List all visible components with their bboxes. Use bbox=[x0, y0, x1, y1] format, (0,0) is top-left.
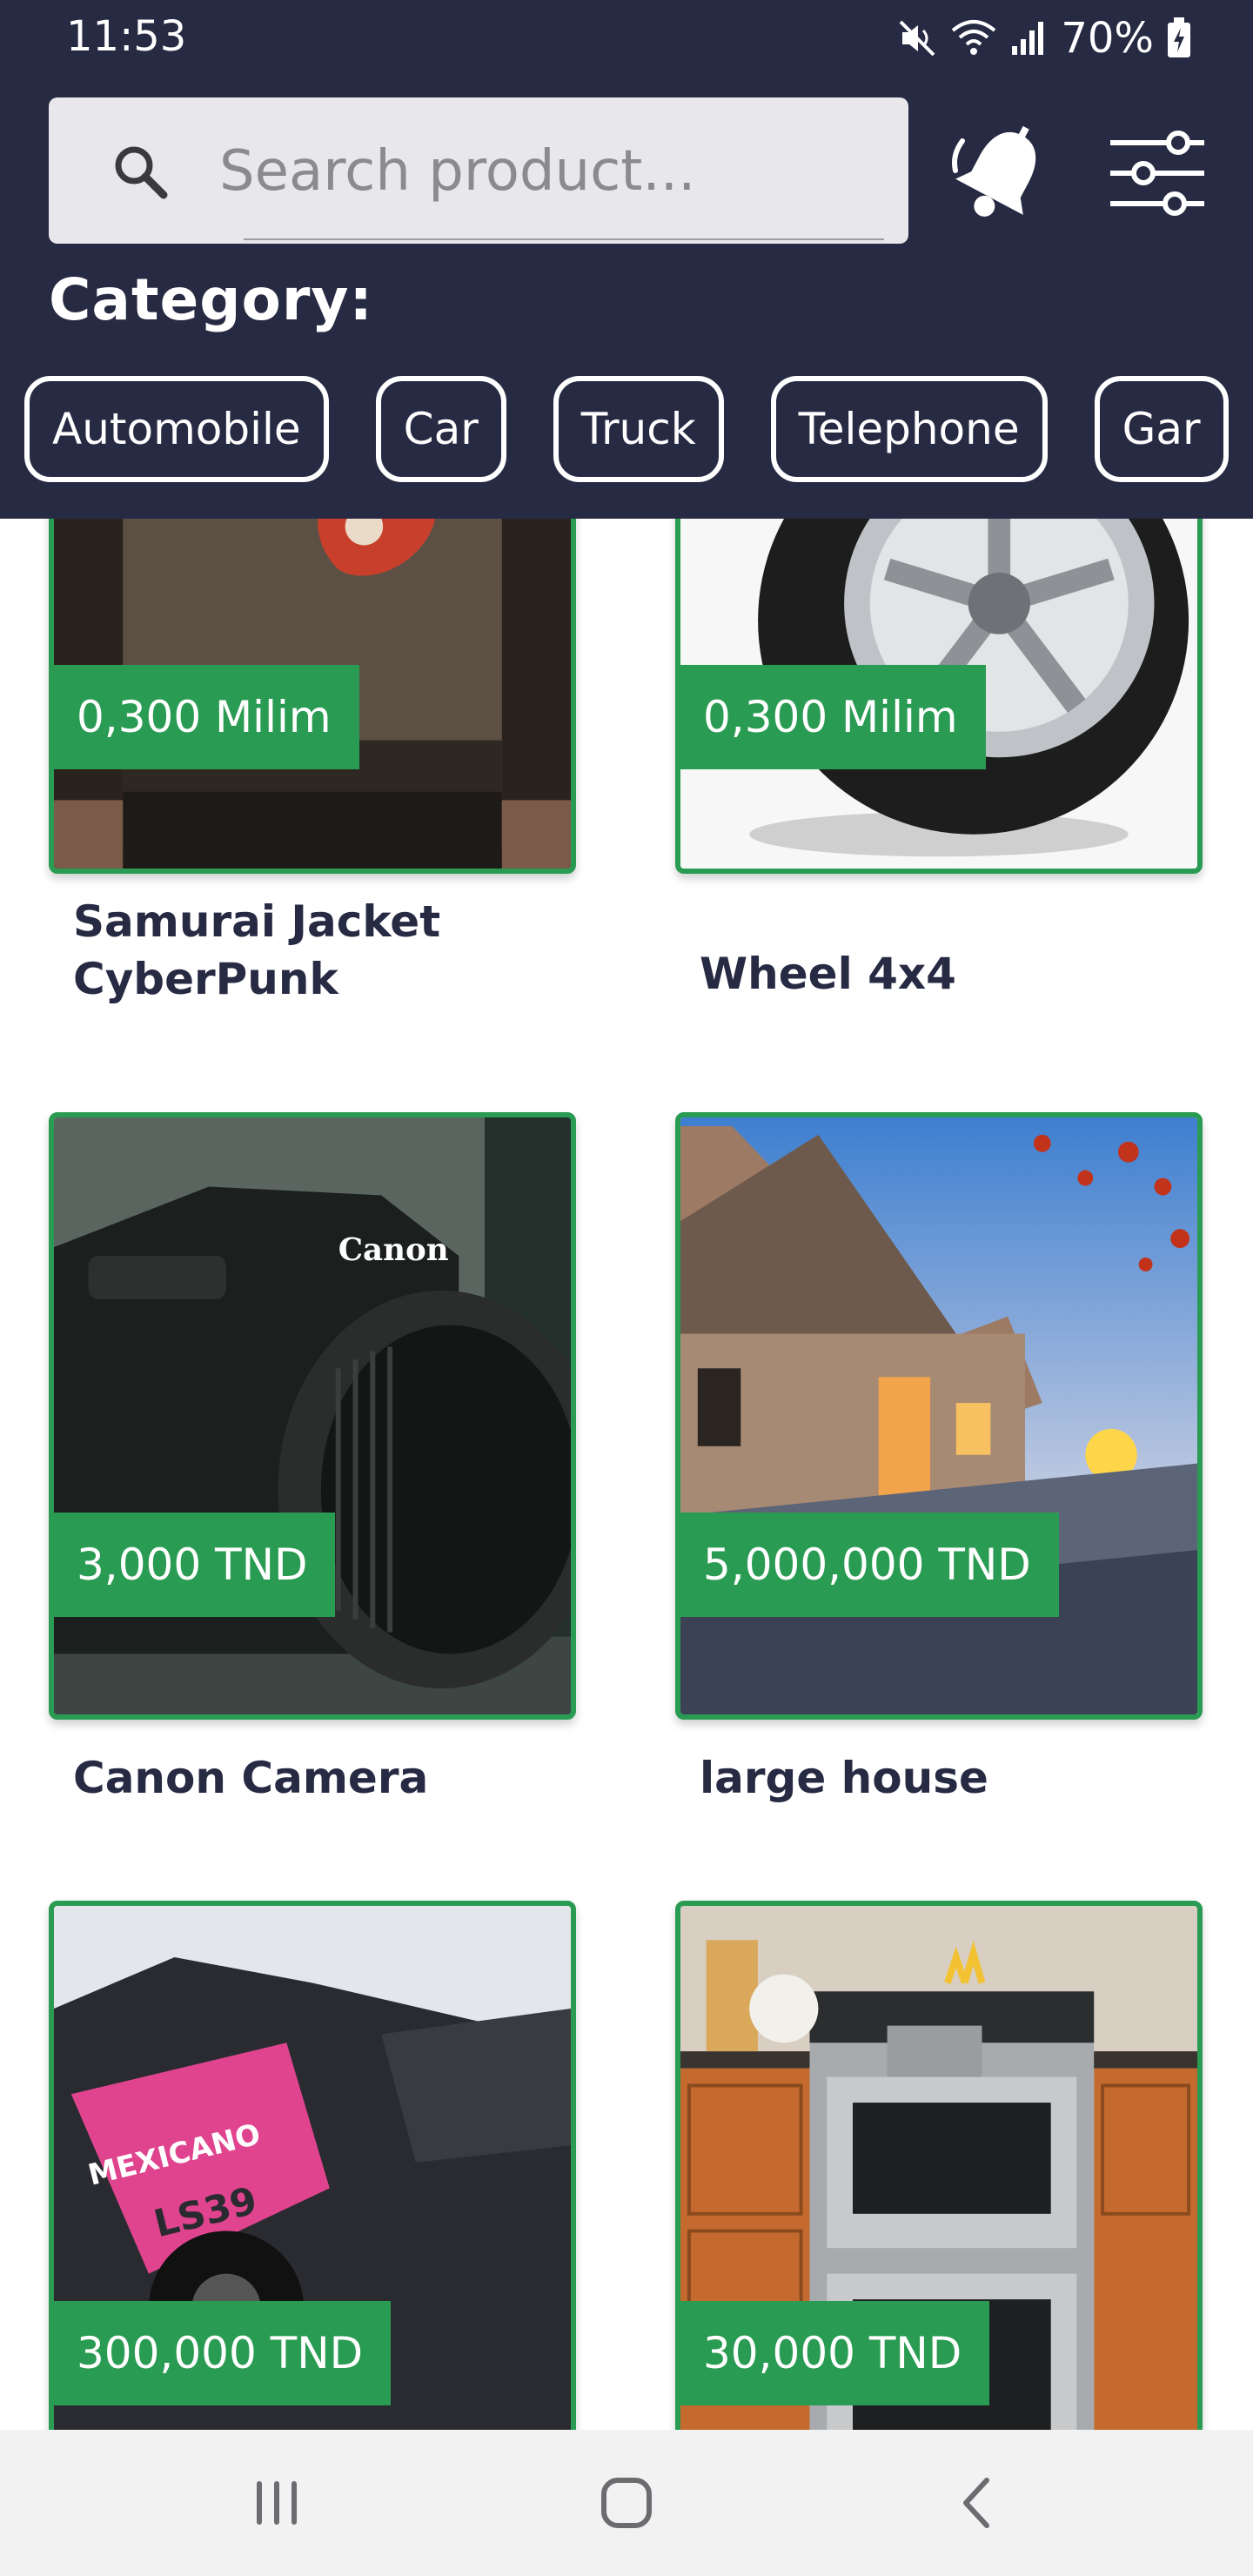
product-card[interactable]: 30,000 TND bbox=[675, 1901, 1203, 2510]
filter-button[interactable] bbox=[1105, 125, 1209, 221]
search-underline bbox=[244, 238, 884, 240]
category-chip-telephone[interactable]: Telephone bbox=[770, 376, 1048, 482]
status-bar: 11:53 70% bbox=[0, 0, 1253, 78]
category-label: Category: bbox=[49, 266, 373, 333]
search-bar[interactable] bbox=[49, 97, 908, 244]
product-image bbox=[675, 1112, 1203, 1720]
wifi-icon bbox=[949, 18, 998, 58]
product-name: Canon Camera bbox=[73, 1753, 429, 1803]
product-name: large house bbox=[700, 1753, 988, 1803]
search-icon bbox=[111, 143, 169, 204]
product-card[interactable]: MEXICANO LS39 300,000 TND bbox=[49, 1901, 576, 2510]
sliders-icon bbox=[1105, 131, 1209, 225]
status-icons: 70% bbox=[897, 12, 1192, 64]
product-card[interactable]: 0,300 Milim Samurai Jacket CyberPunk bbox=[49, 470, 576, 1027]
app-header: 11:53 70% Search product... Category: Au… bbox=[0, 0, 1253, 519]
category-chip-automobile[interactable]: Automobile bbox=[24, 376, 329, 482]
status-time: 11:53 bbox=[66, 12, 187, 61]
category-chips: Automobile Car Truck Telephone Gar bbox=[24, 376, 1253, 482]
battery-icon bbox=[1166, 17, 1192, 59]
price-tag: 30,000 TND bbox=[675, 2301, 990, 2405]
home-button[interactable] bbox=[574, 2468, 679, 2538]
svg-text:Canon: Canon bbox=[338, 1231, 449, 1268]
category-chip-truck[interactable]: Truck bbox=[553, 376, 724, 482]
product-image bbox=[675, 1901, 1203, 2510]
price-tag: 300,000 TND bbox=[49, 2301, 392, 2405]
product-card[interactable]: Canon 3,000 TND Canon Camera bbox=[49, 1112, 576, 1826]
signal-icon bbox=[1010, 18, 1049, 58]
price-tag: 0,300 Milim bbox=[49, 665, 359, 769]
back-icon bbox=[926, 2478, 1030, 2541]
notification-button[interactable] bbox=[950, 120, 1055, 225]
price-tag: 0,300 Milim bbox=[675, 665, 986, 769]
price-tag: 3,000 TND bbox=[49, 1513, 336, 1617]
product-name: Samurai Jacket CyberPunk bbox=[73, 896, 441, 1004]
recent-apps-button[interactable] bbox=[224, 2468, 329, 2538]
recent-apps-icon bbox=[224, 2481, 329, 2541]
back-button[interactable] bbox=[926, 2468, 1030, 2538]
battery-percentage: 70% bbox=[1061, 14, 1154, 63]
category-chip-garden[interactable]: Gar bbox=[1094, 376, 1229, 482]
product-card[interactable]: 5,000,000 TND large house bbox=[675, 1112, 1203, 1826]
category-chip-car[interactable]: Car bbox=[375, 376, 506, 482]
system-nav-bar bbox=[0, 2430, 1253, 2576]
product-image: MEXICANO LS39 bbox=[49, 1901, 576, 2510]
product-card[interactable]: 0,300 Milim Wheel 4x4 bbox=[675, 470, 1203, 1027]
mute-icon bbox=[897, 18, 937, 58]
bell-icon bbox=[950, 125, 1055, 228]
search-input[interactable] bbox=[218, 127, 891, 216]
product-name: Wheel 4x4 bbox=[700, 949, 956, 999]
product-image: Canon bbox=[49, 1112, 576, 1720]
home-icon bbox=[574, 2478, 679, 2541]
price-tag: 5,000,000 TND bbox=[675, 1513, 1059, 1617]
